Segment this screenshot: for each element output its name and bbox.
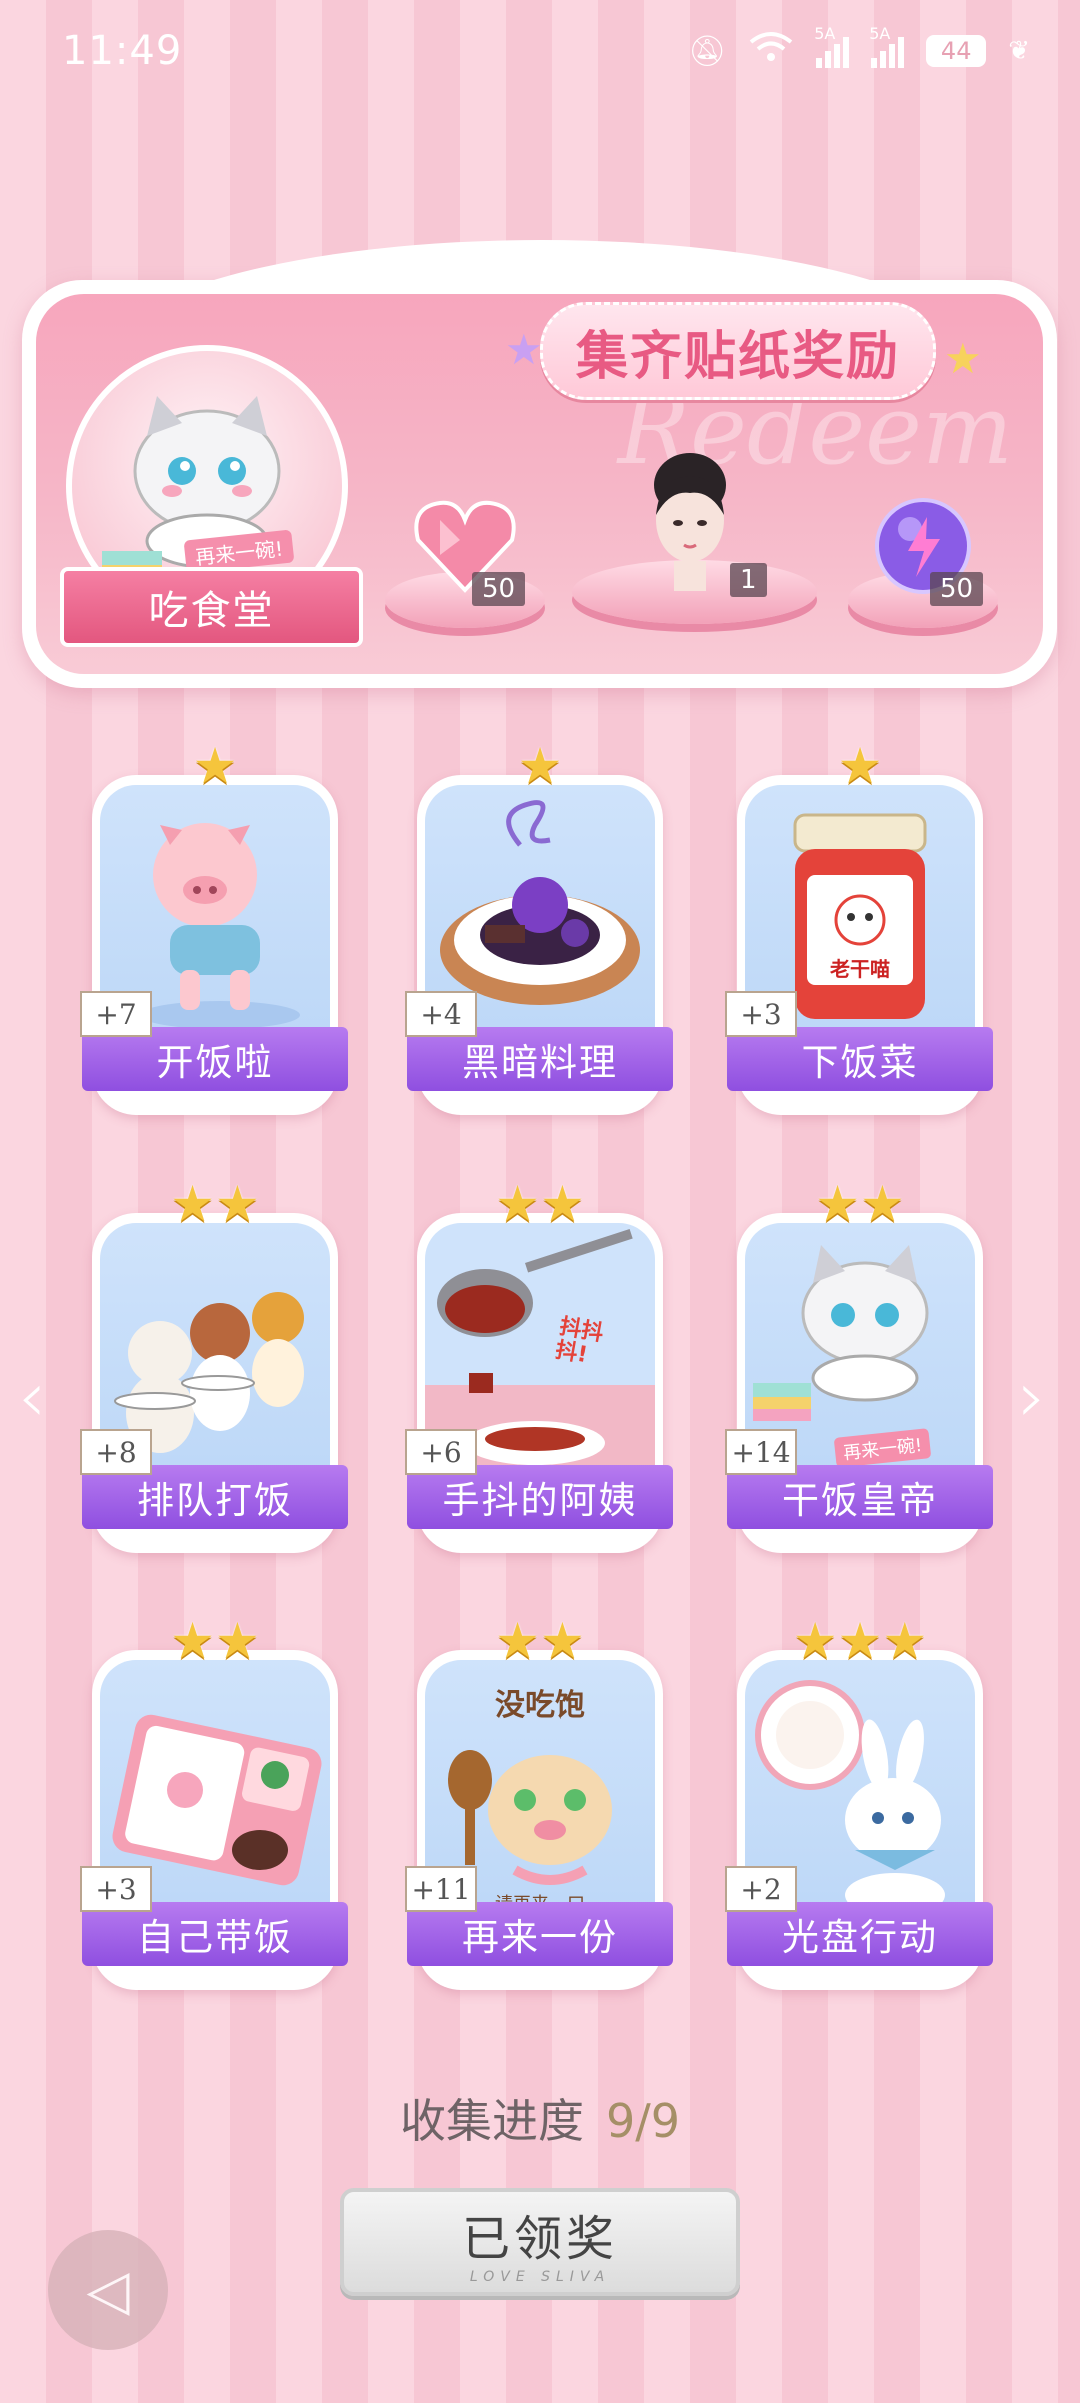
star-rating: ★ <box>86 741 344 791</box>
progress-value: 9/9 <box>605 2094 681 2148</box>
star-rating: ★ <box>731 741 989 791</box>
star-icon: ★ <box>540 1175 585 1233</box>
card-count: +11 <box>405 1866 477 1912</box>
star-icon: ★ <box>170 1175 215 1233</box>
battery-icon: 44 <box>926 35 987 67</box>
signal-icon: 5A <box>814 24 850 68</box>
card-count: +6 <box>405 1429 477 1475</box>
star-icon: ★ <box>944 334 982 383</box>
card-count: +3 <box>80 1866 152 1912</box>
clock: 11:49 <box>62 28 183 74</box>
card-count: +7 <box>80 991 152 1037</box>
sticker-card[interactable]: 没吃饱 请再来一口 ★★ 再来一份 +11 <box>405 1616 673 1990</box>
sticker-card[interactable]: ★ ★ 排队打饭 +8 <box>80 1179 348 1553</box>
progress-label: 收集进度 <box>399 2094 584 2148</box>
leaf-icon: ❦ <box>1008 36 1030 66</box>
star-icon: ★ <box>517 737 563 795</box>
star-icon: ★ <box>792 1612 838 1670</box>
star-icon: ★ <box>837 737 883 795</box>
card-count: +2 <box>725 1866 797 1912</box>
status-icons: 🔕︎ 5A 5A 44 ❦ <box>688 24 1030 72</box>
status-bar: 11:49 🔕︎ 5A 5A 44 ❦ <box>0 0 1080 110</box>
star-icon: ★ <box>860 1175 905 1233</box>
banner-label: 吃食堂 <box>60 567 363 647</box>
sticker-card[interactable]: 抖抖抖! ★ ★ 手抖的阿姨 +6 <box>405 1179 673 1553</box>
card-count: +14 <box>725 1429 797 1475</box>
claim-sublabel: LOVE SLIVA <box>469 2269 611 2285</box>
prev-page-arrow-icon[interactable]: ‹ <box>18 1356 46 1438</box>
star-rating: ★ ★ <box>731 1179 989 1229</box>
star-icon: ★ <box>215 1175 260 1233</box>
sticker-card[interactable]: ★ 黑暗料理 +4 <box>405 741 673 1115</box>
art-caption: 没吃饱 <box>495 1688 585 1723</box>
star-icon: ★ <box>192 737 238 795</box>
collection-progress: 收集进度 9/9 <box>0 2085 1080 2151</box>
back-button[interactable]: ◁ <box>48 2230 168 2350</box>
banner-title: 集齐贴纸奖励 <box>540 302 936 400</box>
claim-label: 已领奖 <box>461 2211 618 2267</box>
star-rating: ★ <box>411 741 669 791</box>
star-icon: ★ <box>882 1612 928 1670</box>
next-page-arrow-icon[interactable]: › <box>1018 1356 1046 1438</box>
sticker-card[interactable]: ★ ★ 自己带饭 +3 <box>80 1616 348 1990</box>
back-arrow-icon: ◁ <box>86 2257 130 2323</box>
star-icon: ★ <box>540 1612 585 1670</box>
star-rating: ★ ★ <box>411 1179 669 1229</box>
wifi-icon <box>748 30 794 72</box>
sticker-card[interactable]: 老干喵 ★ 下饭菜 +3 <box>725 741 993 1115</box>
sticker-card[interactable]: ★ 开饭啦 +7 <box>80 741 348 1115</box>
star-icon: ★ <box>170 1612 215 1670</box>
reward-count: 50 <box>930 572 984 606</box>
star-icon: ★ <box>505 325 543 374</box>
star-rating: ★ ★ <box>86 1179 344 1229</box>
star-icon: ★ <box>215 1612 260 1670</box>
card-count: +8 <box>80 1429 152 1475</box>
star-rating: ★ ★ ★ <box>731 1616 989 1666</box>
reward-count: 50 <box>472 572 526 606</box>
claimed-button[interactable]: 已领奖 LOVE SLIVA <box>340 2188 740 2296</box>
star-rating: ★ ★ <box>86 1616 344 1666</box>
star-icon: ★ <box>495 1175 540 1233</box>
reward-count: 1 <box>730 563 767 597</box>
card-count: +3 <box>725 991 797 1037</box>
jar-label: 老干喵 <box>830 957 890 981</box>
card-count: +4 <box>405 991 477 1037</box>
star-icon: ★ <box>837 1612 883 1670</box>
mute-icon: 🔕︎ <box>688 33 727 69</box>
star-icon: ★ <box>815 1175 860 1233</box>
star-rating: ★ ★ <box>411 1616 669 1666</box>
star-icon: ★ <box>495 1612 540 1670</box>
signal-icon-2: 5A <box>869 24 905 68</box>
sticker-card[interactable]: 再来一碗! ★ ★ 干饭皇帝 +14 <box>725 1179 993 1553</box>
sticker-card[interactable]: ★ ★ ★ 光盘行动 +2 <box>725 1616 993 1990</box>
